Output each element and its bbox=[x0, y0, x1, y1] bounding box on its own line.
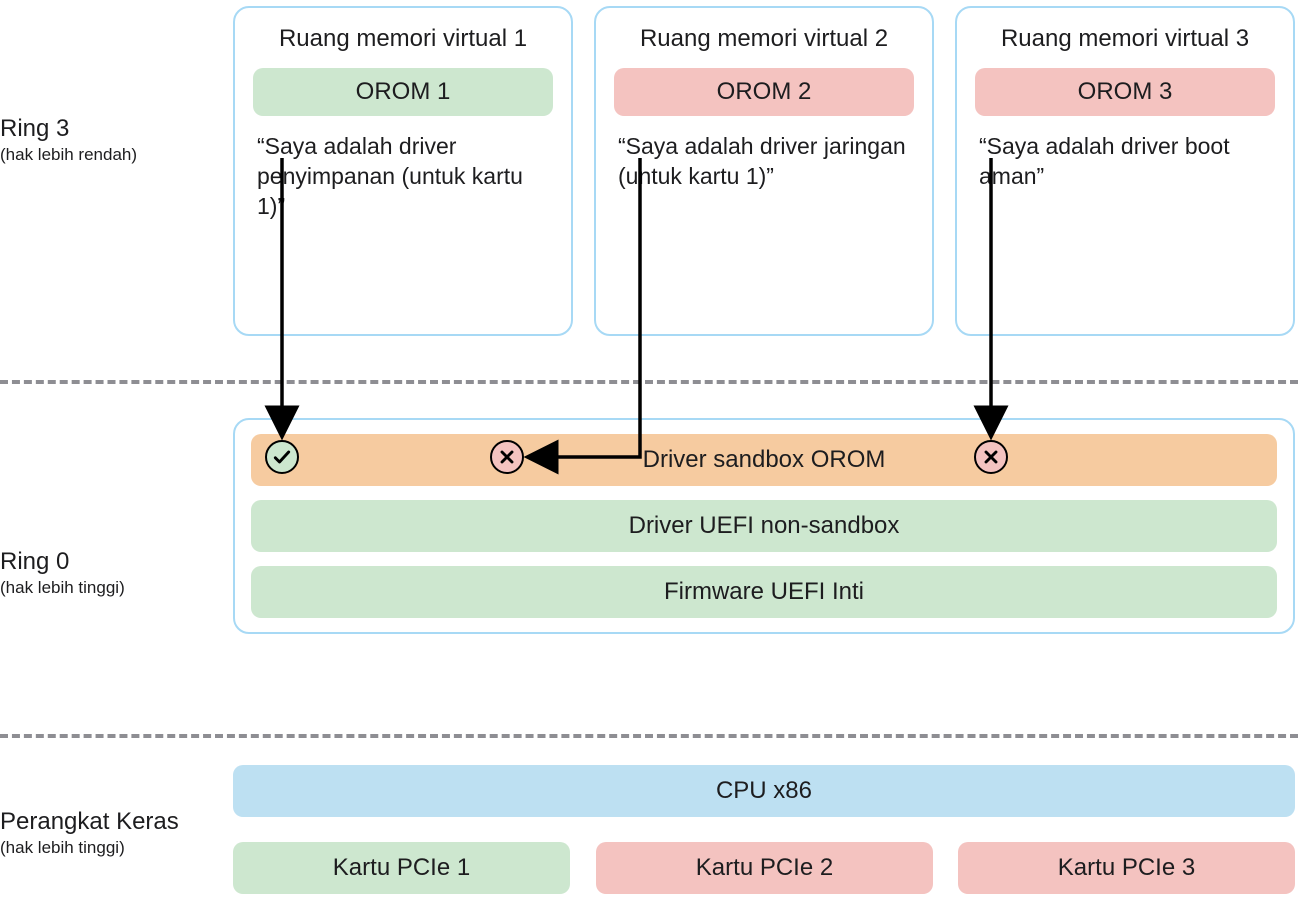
firmware-bar: Firmware UEFI Inti bbox=[251, 566, 1277, 618]
sandbox-driver-bar: Driver sandbox OROM bbox=[251, 434, 1277, 486]
divider-ring0-hw bbox=[0, 734, 1298, 738]
nonsandbox-driver-bar: Driver UEFI non-sandbox bbox=[251, 500, 1277, 552]
vm-quote: “Saya adalah driver penyimpanan (untuk k… bbox=[253, 132, 553, 222]
vm-title: Ruang memori virtual 3 bbox=[975, 24, 1275, 54]
ring0-label: Ring 0 (hak lebih tinggi) bbox=[0, 548, 220, 598]
vm-box-2: Ruang memori virtual 2 OROM 2 “Saya adal… bbox=[594, 6, 934, 336]
ring0-title: Ring 0 bbox=[0, 548, 220, 576]
hardware-label: Perangkat Keras (hak lebih tinggi) bbox=[0, 808, 220, 858]
cpu-label: CPU x86 bbox=[716, 777, 812, 804]
firmware-label: Firmware UEFI Inti bbox=[664, 578, 864, 605]
hardware-title: Perangkat Keras bbox=[0, 808, 220, 836]
orom-pill-1: OROM 1 bbox=[253, 68, 553, 116]
orom-pill-2: OROM 2 bbox=[614, 68, 914, 116]
vm-box-1: Ruang memori virtual 1 OROM 1 “Saya adal… bbox=[233, 6, 573, 336]
check-icon bbox=[265, 440, 299, 474]
ring0-sub: (hak lebih tinggi) bbox=[0, 578, 220, 598]
pcie-card-label: Kartu PCIe 2 bbox=[696, 854, 833, 881]
hardware-sub: (hak lebih tinggi) bbox=[0, 838, 220, 858]
vm-title: Ruang memori virtual 1 bbox=[253, 24, 553, 54]
pcie-card-label: Kartu PCIe 3 bbox=[1058, 854, 1195, 881]
cross-icon bbox=[490, 440, 524, 474]
ring3-sub: (hak lebih rendah) bbox=[0, 145, 220, 165]
vm-title: Ruang memori virtual 2 bbox=[614, 24, 914, 54]
pcie-card-label: Kartu PCIe 1 bbox=[333, 854, 470, 881]
cross-icon bbox=[974, 440, 1008, 474]
pcie-card-1: Kartu PCIe 1 bbox=[233, 842, 570, 894]
ring3-label: Ring 3 (hak lebih rendah) bbox=[0, 115, 220, 165]
orom-pill-3: OROM 3 bbox=[975, 68, 1275, 116]
vm-box-3: Ruang memori virtual 3 OROM 3 “Saya adal… bbox=[955, 6, 1295, 336]
cpu-bar: CPU x86 bbox=[233, 765, 1295, 817]
ring3-title: Ring 3 bbox=[0, 115, 220, 143]
pcie-card-3: Kartu PCIe 3 bbox=[958, 842, 1295, 894]
vm-quote: “Saya adalah driver boot aman” bbox=[975, 132, 1275, 192]
ring0-box: Driver sandbox OROM Driver UEFI non-sand… bbox=[233, 418, 1295, 634]
vm-quote: “Saya adalah driver jaringan (untuk kart… bbox=[614, 132, 914, 192]
sandbox-driver-label: Driver sandbox OROM bbox=[643, 446, 886, 473]
pcie-card-2: Kartu PCIe 2 bbox=[596, 842, 933, 894]
nonsandbox-driver-label: Driver UEFI non-sandbox bbox=[629, 512, 900, 539]
divider-ring3-ring0 bbox=[0, 380, 1298, 384]
